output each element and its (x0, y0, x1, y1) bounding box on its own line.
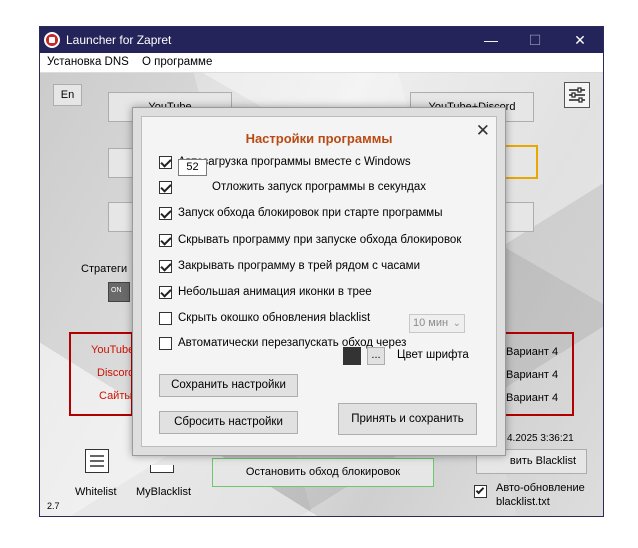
strategy-toggle[interactable]: ON (108, 282, 130, 302)
title-bar[interactable]: Launcher for Zapret — ☐ ✕ (40, 27, 603, 53)
restart-interval-select: 10 мин ⌄ (409, 314, 465, 333)
option-auto-restart[interactable]: Автоматически перезапускать обход через (159, 336, 406, 352)
myblacklist-button[interactable] (150, 465, 174, 473)
myblacklist-label: MyBlacklist (136, 486, 192, 498)
version-label: 2.7 (47, 501, 60, 511)
option-bypass-on-start[interactable]: Запуск обхода блокировок при старте прог… (159, 206, 459, 222)
sliders-icon (569, 87, 585, 103)
option-tray-animation[interactable]: Небольшая анимация иконки в трее (159, 285, 459, 301)
menu-item-about[interactable]: О программе (142, 56, 212, 68)
auto-update-label-line1: Авто-обновление (496, 482, 585, 494)
app-logo-icon (44, 32, 60, 48)
menu-bar: Установка DNS О программе (40, 53, 603, 73)
close-icon[interactable]: ✕ (476, 122, 490, 139)
checkmark-icon (475, 485, 485, 495)
hide-on-bypass-checkbox[interactable] (159, 234, 172, 247)
whitelist-label: Whitelist (75, 486, 117, 498)
dialog-title: Настройки программы (245, 131, 393, 146)
tray-animation-label: Небольшая анимация иконки в трее (178, 286, 372, 298)
choose-color-button[interactable]: ... (367, 347, 385, 365)
variant-youtube[interactable]: Вариант 4 (506, 346, 558, 358)
save-settings-button[interactable]: Сохранить настройки (159, 374, 298, 397)
minimize-button[interactable]: — (476, 29, 506, 51)
delay-seconds-input[interactable]: 52 (178, 159, 207, 176)
right-mode-button-2-active[interactable] (502, 145, 538, 179)
option-hide-on-bypass[interactable]: Скрывать программу при запуске обхода бл… (159, 233, 462, 249)
toggle-label: ON (111, 287, 122, 294)
hide-blacklist-update-checkbox[interactable] (159, 312, 172, 325)
option-delay-start[interactable]: Отложить запуск программы в секундах (159, 180, 459, 196)
settings-dialog: Настройки программы ✕ Автозагрузка прогр… (132, 107, 506, 456)
window-title: Launcher for Zapret (66, 33, 172, 47)
close-to-tray-label: Закрывать программу в трей рядом с часам… (178, 260, 420, 272)
site-youtube: YouTube (91, 344, 135, 356)
delay-start-label: Отложить запуск программы в секундах (212, 181, 426, 193)
settings-sliders-button[interactable] (564, 82, 590, 108)
last-update-date: 4.2025 3:36:21 (507, 433, 574, 444)
font-color-swatch (343, 347, 361, 365)
font-color-label: Цвет шрифта (397, 349, 469, 361)
stop-bypass-button[interactable]: Остановить обход блокировок (212, 458, 434, 487)
language-button[interactable]: En (53, 84, 82, 106)
auto-restart-checkbox[interactable] (159, 337, 172, 350)
close-to-tray-checkbox[interactable] (159, 260, 172, 273)
menu-item-dns[interactable]: Установка DNS (47, 56, 129, 68)
tray-animation-checkbox[interactable] (159, 286, 172, 299)
variant-discord[interactable]: Вариант 4 (506, 369, 558, 381)
auto-update-label-line2: blacklist.txt (496, 496, 550, 508)
right-mode-button-3[interactable] (502, 202, 534, 232)
bypass-on-start-checkbox[interactable] (159, 207, 172, 220)
option-close-to-tray[interactable]: Закрывать программу в трей рядом с часам… (159, 259, 459, 275)
close-button[interactable]: ✕ (565, 29, 595, 51)
site-discord: Discord (97, 367, 135, 379)
settings-panel: Настройки программы ✕ Автозагрузка прогр… (141, 116, 497, 447)
auto-update-checkbox[interactable] (474, 485, 487, 498)
autostart-checkbox[interactable] (159, 156, 172, 169)
autostart-label: Автозагрузка программы вместе с Windows (178, 156, 411, 168)
hide-on-bypass-label: Скрывать программу при запуске обхода бл… (178, 234, 462, 246)
strategy-label: Стратеги (81, 263, 128, 275)
apply-save-button[interactable]: Принять и сохранить (338, 403, 477, 435)
restart-interval-value: 10 мин (413, 317, 449, 329)
whitelist-button[interactable] (85, 449, 109, 473)
maximize-button: ☐ (528, 32, 542, 48)
list-icon (90, 455, 104, 467)
delay-start-checkbox[interactable] (159, 181, 172, 194)
site-other: Сайты (99, 390, 133, 402)
reset-settings-button[interactable]: Сбросить настройки (159, 411, 298, 434)
hide-blacklist-update-label: Скрыть окошко обновления blacklist (178, 312, 371, 324)
chevron-down-icon: ⌄ (452, 318, 461, 329)
bypass-on-start-label: Запуск обхода блокировок при старте прог… (178, 207, 443, 219)
variant-sites[interactable]: Вариант 4 (506, 392, 558, 404)
